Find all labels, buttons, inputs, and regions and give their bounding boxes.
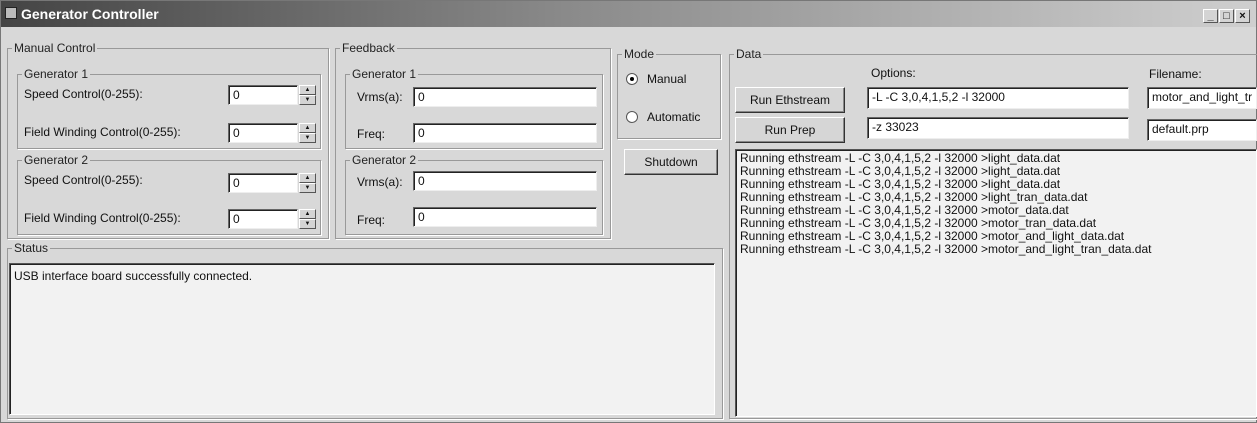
spin-up-icon[interactable]: ▲ [299,173,316,183]
manual-generator1-legend: Generator 1 [24,67,89,81]
run-prep-button[interactable]: Run Prep [735,117,845,143]
options-label: Options: [871,66,916,80]
feedback-legend: Feedback [342,41,395,55]
spin-up-icon[interactable]: ▲ [299,209,316,219]
ethstream-options-field[interactable]: -L -C 3,0,4,1,5,2 -l 32000 [867,87,1129,109]
gen1-speed-spinner[interactable]: ▲ ▼ [299,85,316,105]
maximize-button[interactable]: □ [1219,9,1234,23]
gen2-vrms-label: Vrms(a): [357,175,403,189]
feedback-generator2-legend: Generator 2 [352,153,417,167]
gen2-field-label: Field Winding Control(0-255): [24,211,181,225]
gen2-freq-field[interactable]: 0 [413,207,597,227]
gen2-field-input[interactable]: 0 [228,209,298,229]
spin-down-icon[interactable]: ▼ [299,95,316,105]
mode-legend: Mode [624,47,655,61]
gen1-vrms-field[interactable]: 0 [413,87,597,107]
gen2-vrms-field[interactable]: 0 [413,171,597,191]
gen1-freq-label: Freq: [357,127,386,141]
spin-down-icon[interactable]: ▼ [299,133,316,143]
window-title: Generator Controller [21,6,159,22]
feedback-generator1-legend: Generator 1 [352,67,417,81]
prep-filename-field[interactable]: default.prp [1147,119,1257,141]
spin-down-icon[interactable]: ▼ [299,219,316,229]
gen2-freq-label: Freq: [357,213,386,227]
status-message: USB interface board successfully connect… [14,269,253,283]
automatic-radio[interactable] [626,111,638,123]
filename-label: Filename: [1149,67,1202,81]
generator-controller-window: Generator Controller _ □ × Manual Contro… [0,0,1257,423]
gen1-freq-field[interactable]: 0 [413,123,597,143]
manual-radio[interactable] [626,73,638,85]
spin-up-icon[interactable]: ▲ [299,123,316,133]
gen1-field-spinner[interactable]: ▲ ▼ [299,123,316,143]
automatic-radio-label[interactable]: Automatic [647,110,700,124]
ethstream-log[interactable]: Running ethstream -L -C 3,0,4,1,5,2 -l 3… [735,149,1257,417]
gen2-speed-input[interactable]: 0 [228,173,298,193]
manual-generator2-legend: Generator 2 [24,153,89,167]
minimize-button[interactable]: _ [1203,9,1218,23]
gen2-speed-spinner[interactable]: ▲ ▼ [299,173,316,193]
gen2-speed-label: Speed Control(0-255): [24,173,143,187]
title-bar[interactable]: Generator Controller _ □ × [1,1,1256,27]
run-ethstream-button[interactable]: Run Ethstream [735,87,845,113]
manual-control-legend: Manual Control [14,41,96,55]
manual-radio-label[interactable]: Manual [647,72,686,86]
status-box[interactable]: USB interface board successfully connect… [9,263,715,415]
gen1-speed-label: Speed Control(0-255): [24,87,143,101]
shutdown-button[interactable]: Shutdown [624,149,718,175]
status-legend: Status [14,241,49,255]
app-icon [5,7,17,19]
window-controls: _ □ × [1203,9,1250,23]
gen1-field-input[interactable]: 0 [228,123,298,143]
mode-group: Mode [617,47,721,139]
data-legend: Data [736,47,762,61]
gen1-vrms-label: Vrms(a): [357,90,403,104]
spin-up-icon[interactable]: ▲ [299,85,316,95]
close-button[interactable]: × [1235,9,1250,23]
gen2-field-spinner[interactable]: ▲ ▼ [299,209,316,229]
spin-down-icon[interactable]: ▼ [299,183,316,193]
gen1-speed-input[interactable]: 0 [228,85,298,105]
gen1-field-label: Field Winding Control(0-255): [24,125,181,139]
log-line: Running ethstream -L -C 3,0,4,1,5,2 -l 3… [740,242,1152,256]
prep-options-field[interactable]: -z 33023 [867,117,1129,139]
ethstream-filename-field[interactable]: motor_and_light_tr [1147,87,1257,109]
